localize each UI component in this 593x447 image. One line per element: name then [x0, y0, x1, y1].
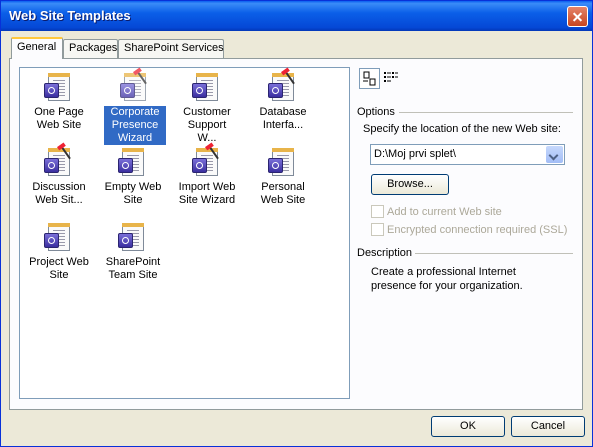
template-label: Project Web Site	[29, 256, 89, 281]
ssl-label: Encrypted connection required (SSL)	[387, 224, 568, 236]
template-item-discussion-web-site[interactable]: Discussion Web Sit...	[28, 146, 90, 207]
description-separator	[415, 253, 573, 254]
title-bar[interactable]: Web Site Templates	[1, 1, 592, 31]
tab-general[interactable]: General	[11, 37, 63, 59]
template-label: Database Interfa...	[259, 106, 307, 131]
template-item-corporate-presence-wizard[interactable]: Corporate Presence Wizard	[103, 71, 167, 146]
template-label: Discussion Web Sit...	[32, 181, 86, 206]
ok-button[interactable]: OK	[431, 416, 505, 437]
close-button[interactable]	[567, 6, 588, 27]
options-heading: Options	[357, 106, 395, 118]
large-icons-view-button[interactable]	[359, 68, 380, 89]
list-view-button[interactable]	[381, 68, 402, 89]
page-globe-icon	[43, 221, 75, 253]
large-icons-icon	[363, 71, 376, 86]
template-label: Personal Web Site	[260, 181, 306, 206]
template-item-empty-web-site[interactable]: Empty Web Site	[102, 146, 164, 207]
location-combobox[interactable]: D:\Moj prvi splet\	[370, 144, 565, 165]
tab-packages[interactable]: Packages	[63, 39, 118, 58]
add-current-checkbox[interactable]	[371, 205, 384, 218]
template-label: Empty Web Site	[104, 181, 162, 206]
template-label: Corporate Presence Wizard	[103, 105, 167, 146]
templates-list[interactable]: One Page Web Site Corporate Presence Wiz…	[19, 67, 350, 399]
page-globe-icon	[43, 71, 75, 103]
wizard-page-icon	[119, 71, 151, 103]
location-value: D:\Moj prvi splet\	[374, 148, 456, 160]
dialog-window: Web Site Templates Packages SharePoint S…	[0, 0, 593, 447]
page-globe-icon	[267, 146, 299, 178]
template-item-personal-web-site[interactable]: Personal Web Site	[252, 146, 314, 207]
window-title: Web Site Templates	[9, 8, 131, 23]
cancel-button[interactable]: Cancel	[511, 416, 585, 437]
chevron-down-icon[interactable]	[546, 146, 563, 163]
ok-label: OK	[460, 420, 476, 432]
template-item-one-page-web-site[interactable]: One Page Web Site	[28, 71, 90, 132]
template-item-project-web-site[interactable]: Project Web Site	[28, 221, 90, 282]
template-label: SharePoint Team Site	[105, 256, 161, 281]
ssl-checkbox[interactable]	[371, 223, 384, 236]
browse-label: Browse...	[387, 178, 433, 190]
template-label: One Page Web Site	[34, 106, 84, 131]
template-label: Customer Support W...	[183, 106, 231, 144]
browse-button[interactable]: Browse...	[371, 174, 449, 195]
page-globe-icon	[117, 146, 149, 178]
add-current-label: Add to current Web site	[387, 206, 502, 218]
template-item-customer-support-web[interactable]: Customer Support W...	[176, 71, 238, 145]
description-text: Create a professional Internet presence …	[371, 266, 523, 292]
template-label: Import Web Site Wizard	[178, 181, 236, 206]
cancel-label: Cancel	[530, 420, 566, 432]
description-heading: Description	[357, 247, 413, 259]
tab-label: Packages	[69, 42, 118, 54]
page-globe-icon	[117, 221, 149, 253]
wizard-page-icon	[191, 146, 223, 178]
wizard-page-icon	[43, 146, 75, 178]
template-item-sharepoint-team-site[interactable]: SharePoint Team Site	[102, 221, 164, 282]
tab-sharepoint-services[interactable]: SharePoint Services	[118, 39, 224, 58]
template-item-import-web-site-wizard[interactable]: Import Web Site Wizard	[176, 146, 238, 207]
wizard-page-icon	[267, 71, 299, 103]
options-separator	[399, 112, 573, 113]
tab-label: General	[17, 41, 57, 53]
template-item-database-interface[interactable]: Database Interfa...	[252, 71, 314, 132]
page-globe-icon	[191, 71, 223, 103]
location-label: Specify the location of the new Web site…	[363, 123, 561, 135]
list-view-icon	[384, 72, 398, 82]
tab-label: SharePoint Services	[124, 42, 224, 54]
